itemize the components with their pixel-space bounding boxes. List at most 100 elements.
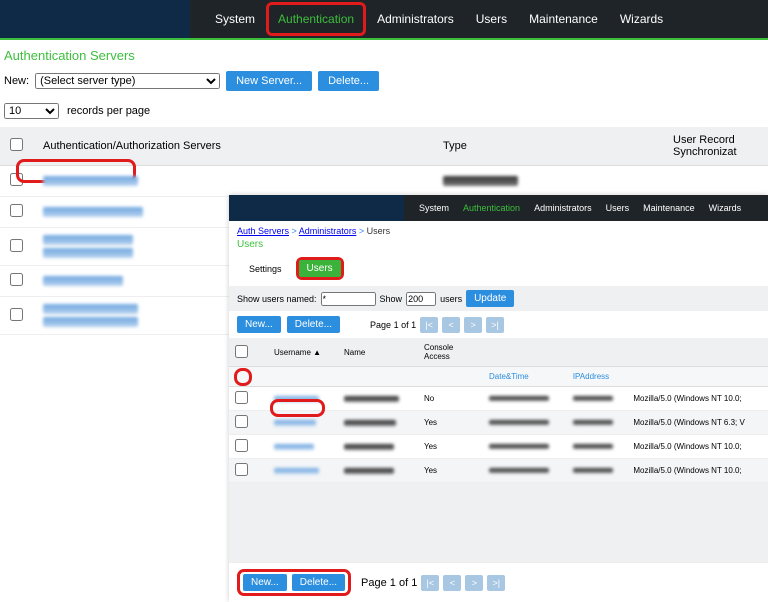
uheader-username[interactable]: Username ▲ — [268, 338, 338, 367]
users-label: users — [440, 294, 462, 304]
inner-logo-area — [229, 195, 404, 221]
row-checkbox[interactable] — [10, 173, 23, 186]
pager-last-bottom[interactable]: >| — [487, 575, 505, 591]
nav-administrators[interactable]: Administrators — [366, 2, 465, 36]
users-count-input[interactable] — [406, 292, 436, 306]
tab-row: Settings Users — [229, 254, 768, 286]
user-row[interactable]: Yes Mozilla/5.0 (Windows NT 6.3; V — [229, 411, 768, 435]
uheader-ip[interactable]: IPAddress — [567, 367, 628, 387]
row-checkbox[interactable] — [10, 273, 23, 286]
new-server-button[interactable]: New Server... — [226, 71, 312, 91]
user-row[interactable]: Yes Mozilla/5.0 (Windows NT 10.0; — [229, 459, 768, 483]
header-checkbox-col — [0, 127, 33, 166]
bc-current: Users — [367, 226, 391, 236]
nav-system[interactable]: System — [204, 2, 266, 36]
pager-first[interactable]: |< — [420, 317, 438, 333]
select-all-checkbox[interactable] — [10, 138, 23, 151]
new-label: New: — [4, 75, 29, 87]
users-named-input[interactable] — [321, 292, 376, 306]
pager-prev[interactable]: < — [442, 317, 460, 333]
page-title: Authentication Servers — [0, 40, 768, 69]
show-label2: Show — [380, 294, 403, 304]
breadcrumb: Auth Servers > Administrators > Users — [229, 221, 768, 238]
new-user-button-bottom[interactable]: New... — [243, 574, 287, 591]
user-row-checkbox[interactable] — [235, 463, 248, 476]
inner-menu: System Authentication Administrators Use… — [404, 195, 768, 221]
records-per-page-row: 10 records per page — [0, 99, 768, 127]
users-panel: System Authentication Administrators Use… — [229, 195, 768, 602]
inner-nav-system[interactable]: System — [412, 197, 456, 219]
ua-cell: Mozilla/5.0 (Windows NT 6.3; V — [627, 411, 768, 435]
action-row-top: New... Delete... Page 1 of 1 |< < > >| — [229, 311, 768, 338]
user-row-checkbox[interactable] — [235, 439, 248, 452]
select-all-users-checkbox[interactable] — [235, 345, 248, 358]
bc-administrators[interactable]: Administrators — [299, 226, 357, 236]
header-type[interactable]: Type — [433, 127, 663, 166]
top-navbar: System Authentication Administrators Use… — [0, 0, 768, 38]
header-sync[interactable]: User Record Synchronizat — [663, 127, 768, 166]
show-users-label: Show users named: — [237, 294, 317, 304]
nav-users[interactable]: Users — [465, 2, 518, 36]
user-row[interactable]: No Mozilla/5.0 (Windows NT 10.0; — [229, 387, 768, 411]
bc-authservers[interactable]: Auth Servers — [237, 226, 289, 236]
records-count-select[interactable]: 10 — [4, 103, 59, 119]
pager-next-bottom[interactable]: > — [465, 575, 483, 591]
records-label: records per page — [67, 105, 150, 117]
row-checkbox[interactable] — [10, 308, 23, 321]
filter-row: Show users named: Show users Update — [229, 286, 768, 311]
nav-authentication-highlight: Authentication — [266, 2, 366, 36]
pager-prev-bottom[interactable]: < — [443, 575, 461, 591]
uheader-datetime[interactable]: Date&Time — [483, 367, 567, 387]
server-type-select[interactable]: (Select server type) — [35, 73, 220, 89]
action-row-bottom: New... Delete... Page 1 of 1 |< < > >| — [229, 563, 768, 602]
inner-page-title: Users — [229, 238, 768, 254]
nav-authentication[interactable]: Authentication — [269, 5, 363, 33]
inner-navbar: System Authentication Administrators Use… — [229, 195, 768, 221]
delete-user-button-bottom[interactable]: Delete... — [292, 574, 345, 591]
top-menu: System Authentication Administrators Use… — [190, 0, 768, 38]
inner-nav-users[interactable]: Users — [599, 197, 637, 219]
inner-nav-maintenance[interactable]: Maintenance — [636, 197, 702, 219]
nav-maintenance[interactable]: Maintenance — [518, 2, 609, 36]
sort-asc-icon: ▲ — [313, 348, 321, 357]
console-cell: Yes — [418, 435, 483, 459]
delete-server-button[interactable]: Delete... — [318, 71, 379, 91]
pager-label-bottom: Page 1 of 1 — [361, 577, 417, 589]
user-row-empty — [229, 483, 768, 563]
update-button[interactable]: Update — [466, 290, 514, 307]
header-auth-servers[interactable]: Authentication/Authorization Servers — [33, 127, 433, 166]
logo-area — [0, 0, 190, 38]
inner-nav-administrators[interactable]: Administrators — [527, 197, 599, 219]
nav-wizards[interactable]: Wizards — [609, 2, 674, 36]
bottom-buttons-highlight: New... Delete... — [237, 569, 351, 596]
console-cell: Yes — [418, 411, 483, 435]
console-cell: Yes — [418, 459, 483, 483]
user-row-checkbox[interactable] — [235, 391, 248, 404]
ua-cell: Mozilla/5.0 (Windows NT 10.0; — [627, 387, 768, 411]
row-checkbox[interactable] — [10, 239, 23, 252]
pager-last[interactable]: >| — [486, 317, 504, 333]
user-row[interactable]: Yes Mozilla/5.0 (Windows NT 10.0; — [229, 435, 768, 459]
pager-next[interactable]: > — [464, 317, 482, 333]
tab-users-highlight: Users — [296, 257, 344, 280]
user-row-checkbox[interactable] — [235, 415, 248, 428]
uheader-check — [229, 338, 254, 367]
delete-user-button-top[interactable]: Delete... — [287, 316, 340, 333]
users-table: Username ▲ Name Console Access Date&Time… — [229, 338, 768, 563]
pager-top: Page 1 of 1 |< < > >| — [370, 317, 504, 333]
tab-users[interactable]: Users — [299, 260, 341, 277]
inner-nav-wizards[interactable]: Wizards — [702, 197, 749, 219]
uheader-console[interactable]: Console Access — [418, 338, 483, 367]
uheader-name[interactable]: Name — [338, 338, 418, 367]
new-user-button-top[interactable]: New... — [237, 316, 281, 333]
pager-first-bottom[interactable]: |< — [421, 575, 439, 591]
uheader-num — [254, 338, 268, 367]
inner-nav-authentication[interactable]: Authentication — [456, 197, 527, 219]
ua-cell: Mozilla/5.0 (Windows NT 10.0; — [627, 459, 768, 483]
pager-label: Page 1 of 1 — [370, 320, 416, 330]
row-checkbox[interactable] — [10, 204, 23, 217]
table-row[interactable] — [0, 166, 768, 197]
uheader-last — [483, 338, 768, 367]
tab-settings[interactable]: Settings — [249, 264, 282, 274]
console-cell: No — [418, 387, 483, 411]
